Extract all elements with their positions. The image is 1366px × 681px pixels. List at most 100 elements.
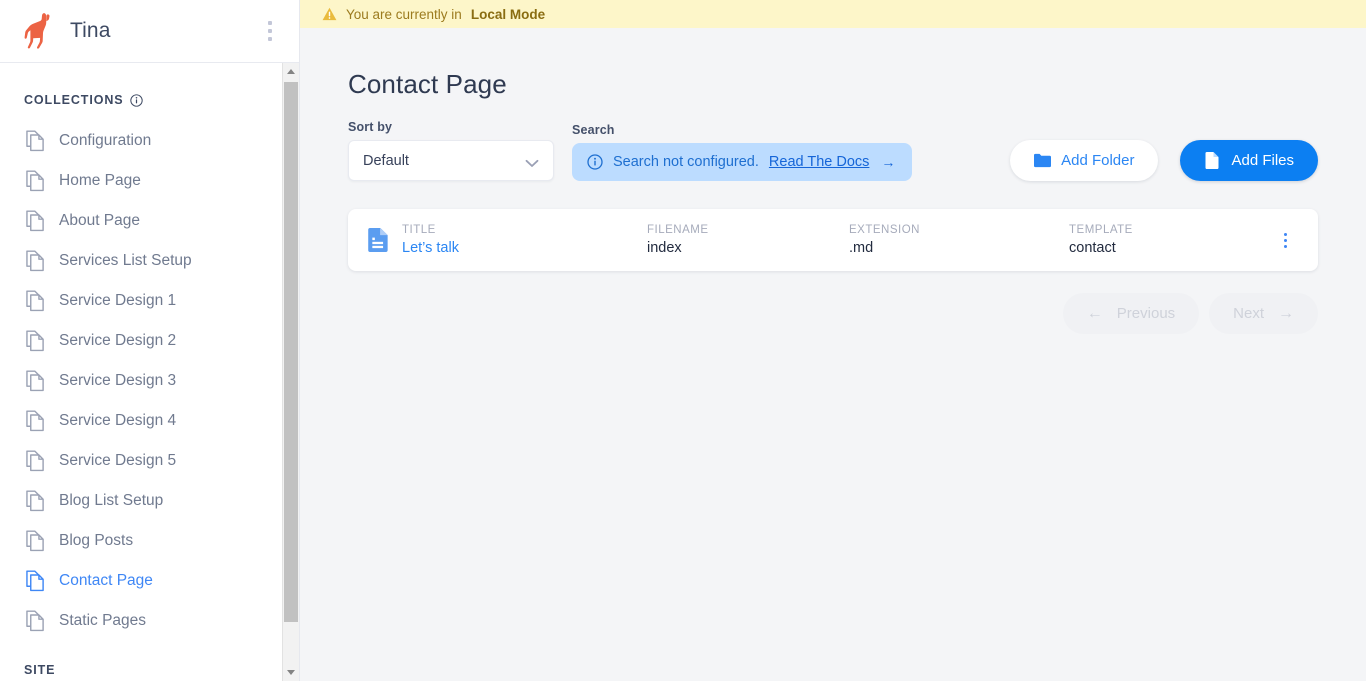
dot — [268, 37, 272, 41]
pages-icon — [26, 490, 45, 512]
sidebar-nav: COLLECTIONS Configuration Home Page About … — [0, 63, 299, 681]
sidebar-header: Tina — [0, 0, 299, 63]
pages-icon — [26, 330, 45, 352]
sort-by-label: Sort by — [348, 120, 393, 134]
row-template-value: contact — [1069, 240, 1116, 256]
sidebar-item-label: Home Page — [59, 172, 141, 189]
banner-mode: Local Mode — [470, 6, 546, 22]
scroll-up-arrow-icon[interactable] — [283, 63, 299, 80]
table-row[interactable]: TITLE Let’s talk FILENAME index EXTENSIO… — [348, 209, 1318, 271]
sidebar-item-label: Service Design 1 — [59, 292, 177, 309]
brand[interactable]: Tina — [22, 12, 110, 50]
sidebar-item-blog-posts[interactable]: Blog Posts — [0, 521, 299, 561]
cell-title: TITLE Let’s talk — [402, 224, 647, 256]
add-folder-button[interactable]: Add Folder — [1010, 140, 1159, 181]
chevron-down-icon — [525, 156, 539, 167]
sidebar-item-label: About Page — [59, 212, 141, 229]
arrow-right-icon: → — [1278, 304, 1294, 322]
read-the-docs-link[interactable]: Read The Docs — [769, 154, 869, 170]
sidebar-item-label: Blog Posts — [59, 532, 134, 549]
sidebar-scrollbar[interactable] — [282, 63, 299, 681]
pages-icon — [26, 210, 45, 232]
sidebar-item-label: Blog List Setup — [59, 492, 164, 509]
scroll-down-arrow-icon[interactable] — [283, 664, 299, 681]
arrow-left-icon: ← — [1086, 304, 1103, 322]
arrow-up — [287, 69, 295, 74]
sidebar-item-label: Service Design 4 — [59, 412, 177, 429]
arrow-down — [287, 670, 295, 675]
sidebar-item-home-page[interactable]: Home Page — [0, 161, 299, 201]
collections-label: COLLECTIONS — [24, 93, 124, 107]
sidebar-item-label: Services List Setup — [59, 252, 192, 269]
sidebar-item-label: Contact Page — [59, 572, 153, 589]
sidebar-item-static-pages[interactable]: Static Pages — [0, 601, 299, 641]
toolbar: Sort by Default Search Search not config… — [348, 120, 1318, 181]
page-title: Contact Page — [348, 69, 507, 99]
scrollbar-thumb[interactable] — [284, 82, 298, 622]
llama-logo-icon — [22, 12, 56, 50]
sort-by-group: Sort by Default — [348, 120, 554, 181]
main-area: You are currently in Local Mode Contact … — [300, 0, 1366, 681]
dot — [268, 29, 272, 33]
arrow-right-icon: → — [881, 154, 896, 170]
sidebar-item-label: Configuration — [59, 132, 152, 149]
pagination: ← Previous Next → — [348, 293, 1318, 334]
column-header-title: TITLE — [402, 224, 436, 236]
file-icon — [1204, 152, 1221, 169]
sidebar-item-service-design-5[interactable]: Service Design 5 — [0, 441, 299, 481]
previous-label: Previous — [1116, 305, 1176, 322]
search-group: Search Search not configured. Read The D… — [572, 123, 913, 181]
content-panel: Contact Page Sort by Default Search Sear… — [300, 28, 1366, 681]
cell-template: TEMPLATE contact — [1069, 224, 1272, 256]
collections-list: Configuration Home Page About Page Services… — [0, 121, 299, 641]
toolbar-actions: Add Folder Add Files — [1010, 140, 1318, 181]
sidebar-item-services-list-setup[interactable]: Services List Setup — [0, 241, 299, 281]
pages-icon — [26, 610, 45, 632]
row-kebab-menu-icon[interactable] — [1272, 223, 1298, 257]
sidebar-kebab-menu-icon[interactable] — [257, 14, 283, 48]
next-label: Next — [1233, 305, 1264, 322]
search-label: Search — [572, 123, 615, 137]
sidebar-item-label: Static Pages — [59, 612, 147, 629]
pages-icon — [26, 450, 45, 472]
site-header: SITE — [24, 663, 56, 677]
pages-icon — [26, 530, 45, 552]
add-files-button[interactable]: Add Files — [1180, 140, 1318, 181]
sort-by-select[interactable]: Default — [348, 140, 554, 181]
add-folder-label: Add Folder — [1061, 152, 1135, 169]
previous-page-button[interactable]: ← Previous — [1062, 293, 1200, 334]
sidebar-item-configuration[interactable]: Configuration — [0, 121, 299, 161]
sidebar-item-blog-list-setup[interactable]: Blog List Setup — [0, 481, 299, 521]
search-notice-text: Search not configured. — [613, 154, 759, 170]
pages-icon — [26, 130, 45, 152]
column-header-extension: EXTENSION — [849, 224, 920, 236]
pages-icon — [26, 170, 45, 192]
dot — [1283, 232, 1287, 236]
sidebar-item-service-design-4[interactable]: Service Design 4 — [0, 401, 299, 441]
pages-icon — [26, 250, 45, 272]
document-icon — [368, 228, 389, 252]
sidebar-item-contact-page[interactable]: Contact Page — [0, 561, 299, 601]
info-icon[interactable] — [130, 93, 144, 107]
sidebar-item-service-design-2[interactable]: Service Design 2 — [0, 321, 299, 361]
add-files-label: Add Files — [1231, 152, 1294, 169]
sidebar-item-service-design-3[interactable]: Service Design 3 — [0, 361, 299, 401]
column-header-filename: FILENAME — [647, 224, 709, 236]
banner-text: You are currently in — [346, 6, 462, 22]
pages-icon — [26, 370, 45, 392]
pages-icon — [26, 410, 45, 432]
sidebar: Tina COLLECTIONS Configuration Home Page… — [0, 0, 300, 681]
sidebar-item-about-page[interactable]: About Page — [0, 201, 299, 241]
local-mode-banner: You are currently in Local Mode — [300, 0, 1366, 28]
cell-extension: EXTENSION .md — [849, 224, 1069, 256]
sidebar-item-service-design-1[interactable]: Service Design 1 — [0, 281, 299, 321]
next-page-button[interactable]: Next → — [1209, 293, 1318, 334]
brand-title: Tina — [70, 19, 111, 42]
row-title-link[interactable]: Let’s talk — [402, 240, 647, 256]
app-root: Tina COLLECTIONS Configuration Home Page… — [0, 0, 1366, 681]
info-circle-icon — [587, 154, 603, 170]
dot — [268, 21, 272, 25]
row-filename-value: index — [647, 240, 682, 256]
search-not-configured-notice: Search not configured. Read The Docs → — [572, 143, 913, 181]
collections-header: COLLECTIONS — [0, 93, 299, 121]
